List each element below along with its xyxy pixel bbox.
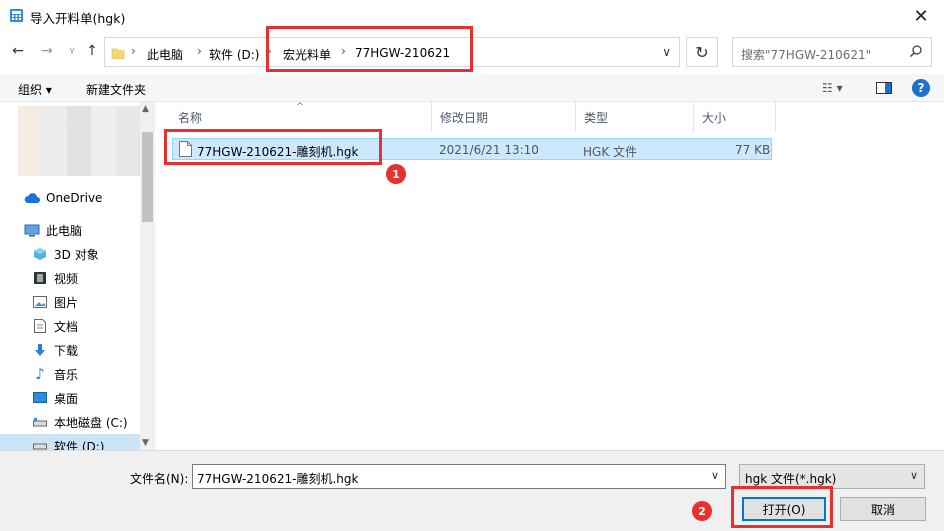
video-icon [32,271,48,285]
refresh-icon[interactable]: ↻ [686,37,718,67]
drive-icon [32,415,48,429]
blurred-quick-access [18,106,140,176]
preview-pane-icon[interactable] [876,82,892,94]
search-input[interactable]: 搜索"77HGW-210621" [741,46,871,63]
forward-arrow-icon[interactable]: → [38,41,56,61]
breadcrumb-this-pc[interactable]: 此电脑 [147,46,183,63]
annotation-badge-2: 2 [692,501,712,521]
download-icon [32,343,48,357]
scroll-down-icon[interactable]: ▼ [142,438,149,448]
nav-item-downloads[interactable]: 下载 [0,338,140,362]
nav-item-pictures[interactable]: 图片 [0,290,140,314]
nav-item-drive-d[interactable]: 软件 (D:) [0,434,140,454]
computer-icon [24,223,40,237]
nav-item-this-pc[interactable]: 此电脑 [0,218,140,242]
scrollbar-thumb[interactable] [142,132,153,222]
organize-menu[interactable]: 组织 ▾ [18,81,52,98]
annotation-highlight-open [731,486,833,528]
desktop-icon [32,391,48,405]
back-arrow-icon[interactable]: ← [9,41,27,61]
sort-ascending-icon: ^ [296,102,304,112]
nav-scrollbar[interactable]: ▲ ▼ [140,102,155,450]
file-modified: 2021/6/21 13:10 [439,143,539,157]
navigation-pane: OneDrive 此电脑 3D 对象 视频 图片 文档 下载 ♪ 音乐 桌面 本… [0,102,155,454]
nav-item-desktop[interactable]: 桌面 [0,386,140,410]
filename-combobox[interactable]: 77HGW-210621-雕刻机.hgk ∨ [192,464,726,489]
annotation-highlight-path [266,26,473,72]
new-folder-button[interactable]: 新建文件夹 [86,81,146,98]
annotation-highlight-file [164,129,382,165]
help-icon[interactable]: ? [912,79,930,97]
file-size: 77 KB [735,143,771,157]
nav-item-onedrive[interactable]: OneDrive [0,186,140,210]
recent-locations-chevron-icon[interactable]: ∨ [63,41,81,61]
nav-item-videos[interactable]: 视频 [0,266,140,290]
search-icon [909,45,922,58]
music-icon: ♪ [35,365,45,383]
filename-input[interactable]: 77HGW-210621-雕刻机.hgk [197,470,358,487]
breadcrumb-separator-icon: › [131,44,136,58]
chevron-down-icon[interactable]: ∨ [711,469,719,482]
search-box[interactable]: 搜索"77HGW-210621" [732,37,932,67]
column-header-modified[interactable]: 修改日期 [432,102,576,132]
nav-item-documents[interactable]: 文档 [0,314,140,338]
dialog-footer: 文件名(N): 77HGW-210621-雕刻机.hgk ∨ hgk 文件(*.… [0,450,944,531]
view-options-icon[interactable]: ☷ ▾ [822,81,843,95]
close-icon[interactable]: ✕ [898,0,944,32]
folder-icon [111,48,125,59]
command-bar: 组织 ▾ 新建文件夹 ☷ ▾ ? [0,74,944,102]
nav-item-drive-c[interactable]: 本地磁盘 (C:) [0,410,140,434]
app-icon [10,9,23,22]
annotation-badge-1: 1 [386,164,406,184]
column-header-type[interactable]: 类型 [576,102,694,132]
3d-objects-icon [32,247,48,261]
filename-label: 文件名(N): [130,472,189,486]
window-title: 导入开料单(hgk) [30,11,126,26]
chevron-down-icon[interactable]: ∨ [910,469,918,482]
pictures-icon [32,295,48,309]
file-type: HGK 文件 [583,145,638,159]
breadcrumb-drive-d[interactable]: 软件 (D:) [209,46,259,63]
documents-icon [32,319,48,333]
address-dropdown-icon[interactable]: ∨ [662,45,671,59]
open-file-dialog: 导入开料单(hgk) ✕ ← → ∨ ↑ › 此电脑 › 软件 (D:) › 宏… [0,0,944,531]
file-list: 名称 ^ 修改日期 类型 大小 77HGW-210621-雕刻机.hgk 202… [158,102,944,450]
cancel-button[interactable]: 取消 [840,497,926,521]
breadcrumb-separator-icon: › [197,44,202,58]
nav-item-3d-objects[interactable]: 3D 对象 [0,242,140,266]
scroll-up-icon[interactable]: ▲ [142,104,149,114]
cloud-icon [24,191,40,205]
filetype-value: hgk 文件(*.hgk) [745,472,837,486]
navigation-bar: ← → ∨ ↑ › 此电脑 › 软件 (D:) › 宏光料单 › 77HGW-2… [0,26,944,72]
column-header-size[interactable]: 大小 [694,102,776,132]
up-arrow-icon[interactable]: ↑ [83,41,101,61]
nav-item-music[interactable]: ♪ 音乐 [0,362,140,386]
